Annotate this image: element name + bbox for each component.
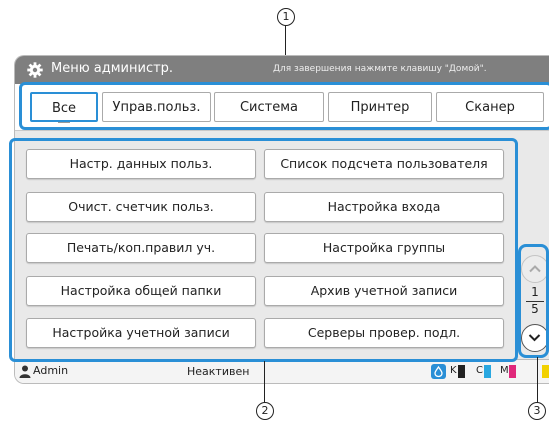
ink-m-level: [509, 365, 516, 378]
ink-status-icon: [431, 364, 446, 379]
ink-m-label: M: [500, 365, 509, 376]
callout-2-box: [9, 138, 518, 362]
title-bar: Меню администр. Для завершения нажмите к…: [15, 56, 549, 84]
user-name: Admin: [33, 364, 69, 377]
ink-y-level: [542, 365, 549, 378]
tab-separator: [15, 130, 549, 131]
ink-c-label: C: [476, 365, 483, 376]
ink-c-level: [484, 365, 491, 378]
callout-2-number: 2: [256, 402, 274, 420]
status-text: Неактивен: [187, 365, 250, 378]
callout-3-line: [537, 357, 539, 403]
gear-icon: [27, 62, 43, 78]
ink-k-level: [458, 365, 465, 378]
callout-1-box: [19, 82, 549, 130]
callout-1-number: 1: [277, 8, 295, 26]
user-icon: [19, 365, 31, 378]
callout-3-number: 3: [528, 402, 546, 420]
ink-k-label: K: [450, 365, 457, 376]
callout-2-line: [264, 361, 266, 403]
page-title: Меню администр.: [51, 61, 174, 76]
status-bar: Admin Неактивен K C M: [15, 359, 549, 383]
callout-3-box: [518, 244, 549, 358]
exit-hint: Для завершения нажмите клавишу "Домой".: [273, 64, 487, 74]
